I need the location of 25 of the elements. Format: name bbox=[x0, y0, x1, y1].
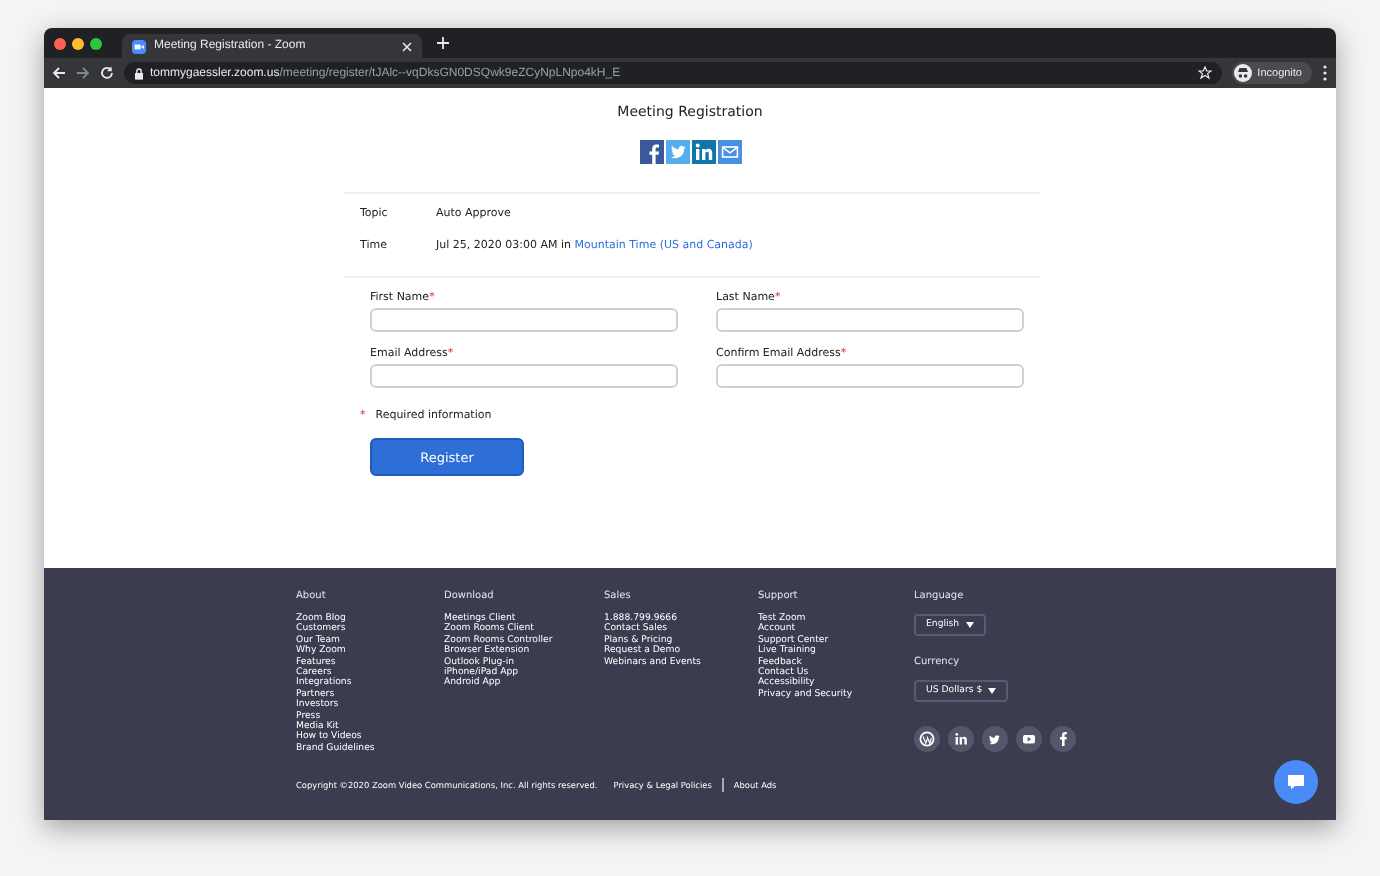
caret-icon bbox=[988, 688, 997, 694]
input-field[interactable] bbox=[370, 308, 678, 332]
email-share-icon[interactable] bbox=[717, 140, 741, 164]
star-icon[interactable] bbox=[1197, 66, 1212, 80]
video-camera-icon bbox=[132, 39, 146, 53]
incognito-icon bbox=[1233, 64, 1252, 82]
linkedin-icon[interactable] bbox=[948, 726, 974, 752]
reload-icon[interactable] bbox=[100, 66, 114, 80]
linkedin-share-icon[interactable] bbox=[691, 140, 715, 164]
input-field[interactable] bbox=[716, 308, 1024, 332]
twitter-icon[interactable] bbox=[982, 726, 1008, 752]
facebook-share-icon[interactable] bbox=[639, 140, 663, 164]
chat-icon[interactable] bbox=[1274, 760, 1318, 804]
input-field[interactable] bbox=[370, 364, 678, 388]
wordpress-icon[interactable] bbox=[914, 726, 940, 752]
youtube-icon[interactable] bbox=[1016, 726, 1042, 752]
close-icon[interactable] bbox=[402, 41, 412, 51]
forward-arrow-icon[interactable] bbox=[76, 66, 90, 80]
input-field[interactable] bbox=[716, 364, 1024, 388]
facebook-icon[interactable] bbox=[1050, 726, 1076, 752]
caret-icon bbox=[965, 622, 974, 628]
back-arrow-icon[interactable] bbox=[52, 66, 66, 80]
lock-icon bbox=[134, 67, 144, 79]
menu-icon[interactable] bbox=[1322, 64, 1328, 82]
plus-icon[interactable] bbox=[436, 36, 450, 50]
